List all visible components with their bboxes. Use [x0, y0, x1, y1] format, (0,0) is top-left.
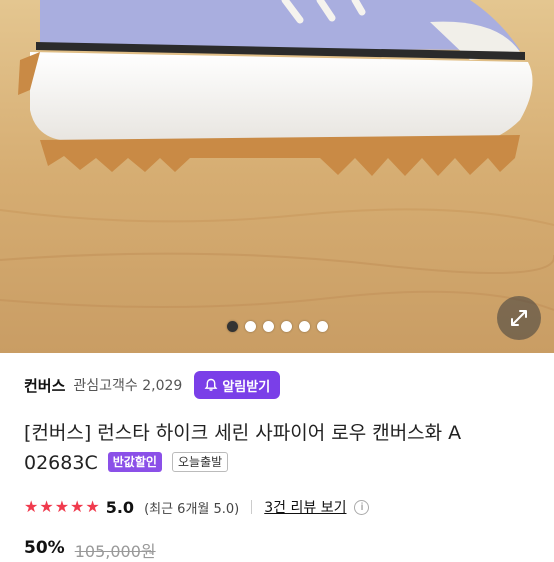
price-row: 50% 105,000원 [24, 538, 156, 562]
star-icon: ★ [70, 497, 85, 516]
recent-rating: (최근 6개월 5.0) [144, 501, 240, 517]
today-shipping-badge: 오늘출발 [171, 451, 229, 472]
gallery-dot-1[interactable] [226, 321, 238, 332]
info-icon[interactable]: i [354, 499, 370, 515]
gallery-dot-4[interactable] [280, 321, 292, 332]
gallery-pagination [0, 321, 554, 332]
star-icon: ★ [85, 497, 100, 516]
product-image-gallery[interactable] [0, 0, 554, 353]
brand-row: 컨버스 관심고객수 2,029 알림받기 [24, 370, 530, 400]
original-price: 105,000원 [74, 542, 156, 561]
reviews-link[interactable]: 3건 리뷰 보기 [264, 497, 346, 517]
product-title-block: [컨버스] 런스타 하이크 세린 사파이어 로우 캔버스화 A 02683C 반… [24, 418, 534, 478]
product-title: [컨버스] 런스타 하이크 세린 사파이어 로우 캔버스화 A 02683C [24, 422, 462, 474]
expand-arrows-icon [511, 310, 527, 326]
gallery-dot-5[interactable] [298, 321, 310, 332]
star-icon: ★ [24, 497, 39, 516]
discount-rate: 50% [24, 538, 65, 558]
brand-name[interactable]: 컨버스 [24, 375, 65, 396]
half-price-badge: 반값할인 [107, 451, 162, 472]
star-icon: ★ [39, 497, 54, 516]
gallery-dot-2[interactable] [244, 321, 256, 332]
favorite-count: 관심고객수 2,029 [73, 378, 183, 394]
gallery-dot-3[interactable] [262, 321, 274, 332]
notify-button-label: 알림받기 [222, 379, 271, 395]
divider [251, 500, 253, 514]
notify-button[interactable]: 알림받기 [194, 371, 281, 399]
expand-image-button[interactable] [497, 296, 541, 340]
star-icon: ★ [54, 497, 70, 516]
rating-row: ★ ★ ★ ★ ★ 5.0 (최근 6개월 5.0) 3건 리뷰 보기 i [24, 496, 530, 518]
bell-plus-icon [204, 378, 218, 391]
gallery-dot-6[interactable] [316, 321, 328, 332]
rating-score: 5.0 [105, 497, 135, 517]
product-photo [0, 0, 554, 353]
rating-stars: ★ ★ ★ ★ ★ [24, 499, 100, 515]
